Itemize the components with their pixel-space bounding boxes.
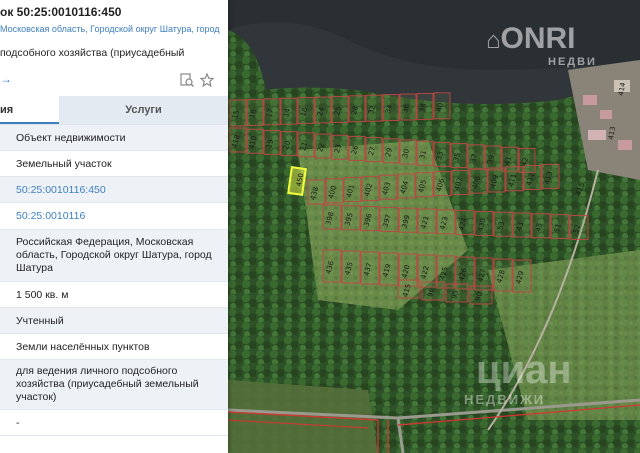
row-cadastral-quarter[interactable]: 50:25:0010116 <box>0 203 228 230</box>
row-land-category: Земли населённых пунктов <box>0 334 228 360</box>
row-extra: - <box>0 410 228 436</box>
row-permitted-use: для ведения личного подсобного хозяйства… <box>0 360 228 410</box>
row-category: Земельный участок <box>0 151 228 177</box>
row-status: Учтенный <box>0 308 228 334</box>
panel-land-use: подсобного хозяйства (приусадебный <box>0 47 185 59</box>
row-area: 1 500 кв. м <box>0 282 228 308</box>
watermark-bottom-sub: НЕДВИЖИ <box>464 392 546 407</box>
row-address: Российская Федерация, Московская область… <box>0 230 228 282</box>
map-view[interactable]: 15 16 17 14 18 24 25 28 32 34 36 38 40 418 410 19 20 21 22… <box>228 0 640 453</box>
watermark-bottom: циан <box>476 348 572 392</box>
property-attributes: Объект недвижимости Земельный участок 50… <box>0 125 228 436</box>
arrow-right-icon[interactable]: → <box>0 72 12 86</box>
panel-title: ок 50:25:0010116:450 <box>0 5 122 19</box>
watermark-top-text: ONRI <box>500 22 576 55</box>
watermark-logo: ⌂ONRI <box>486 22 576 56</box>
panel-address-link[interactable]: Московская область, Городской округ Шату… <box>0 24 220 34</box>
watermark-top-sub: НЕДВИ <box>548 56 597 68</box>
search-document-icon[interactable] <box>180 73 194 87</box>
row-object-type: Объект недвижимости <box>0 125 228 151</box>
home-icon: ⌂ <box>486 27 501 54</box>
tab-services[interactable]: Услуги <box>59 96 228 124</box>
star-icon[interactable] <box>200 73 214 87</box>
tab-information[interactable]: ия <box>0 96 59 124</box>
panel-tabs: ия Услуги <box>0 96 228 125</box>
row-cadastral-number[interactable]: 50:25:0010116:450 <box>0 177 228 203</box>
cadastral-info-panel: ок 50:25:0010116:450 Московская область,… <box>0 0 228 453</box>
